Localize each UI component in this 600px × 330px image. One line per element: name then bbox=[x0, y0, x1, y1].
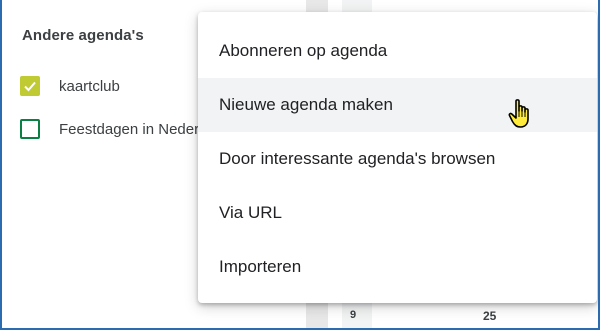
other-calendars-heading: Andere agenda's bbox=[22, 27, 144, 44]
checkbox-unchecked-icon[interactable] bbox=[20, 119, 40, 139]
calendar-day[interactable]: 25 bbox=[483, 309, 496, 323]
calendar-item-kaartclub[interactable]: kaartclub bbox=[20, 74, 120, 98]
add-calendar-menu: Abonneren op agenda Nieuwe agenda maken … bbox=[198, 12, 597, 303]
menu-item-create-new[interactable]: Nieuwe agenda maken bbox=[198, 78, 597, 132]
calendar-label: kaartclub bbox=[59, 77, 120, 95]
calendar-item-feestdagen[interactable]: Feestdagen in Nederland bbox=[20, 117, 227, 141]
checkmark-icon bbox=[24, 81, 36, 92]
menu-item-from-url[interactable]: Via URL bbox=[198, 186, 597, 240]
checkbox-checked-icon[interactable] bbox=[20, 76, 40, 96]
menu-item-browse[interactable]: Door interessante agenda's browsen bbox=[198, 132, 597, 186]
menu-item-import[interactable]: Importeren bbox=[198, 240, 597, 294]
week-number: 9 bbox=[350, 309, 357, 321]
menu-item-subscribe[interactable]: Abonneren op agenda bbox=[198, 24, 597, 78]
app-window: Andere agenda's kaartclub Feestdagen in … bbox=[0, 0, 600, 330]
